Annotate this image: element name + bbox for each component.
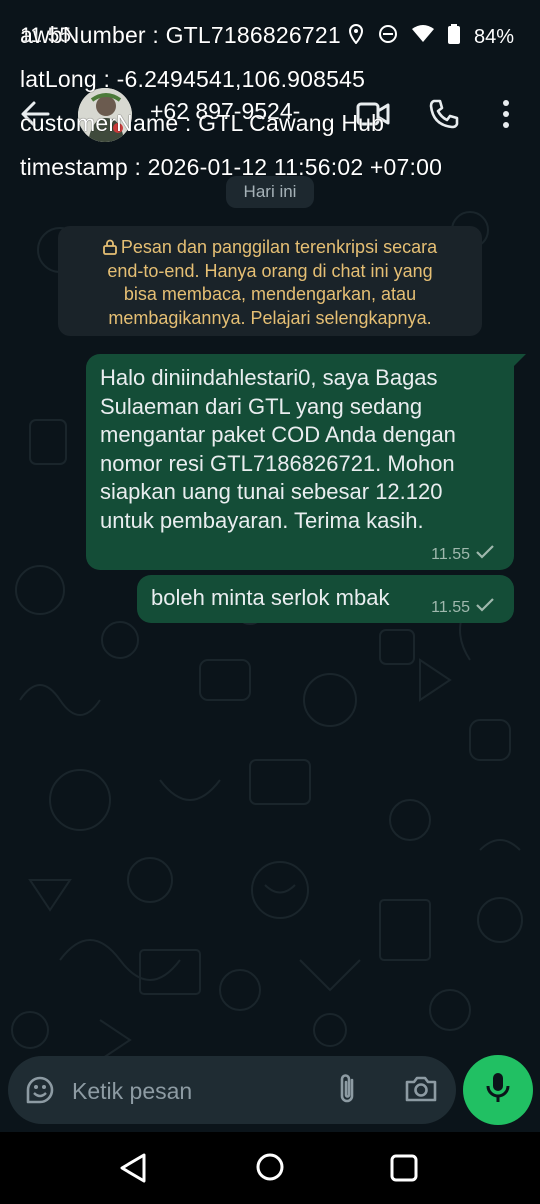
message-meta: 11.55 [431, 545, 494, 564]
status-icons: 84% [348, 23, 514, 50]
sticker-emoji-icon[interactable] [24, 1074, 56, 1111]
more-options-icon[interactable] [498, 98, 514, 135]
phone-call-icon[interactable] [428, 98, 460, 135]
message-meta: 11.55 [431, 598, 494, 617]
outgoing-message[interactable]: Halo diniindahlestari0, saya Bagas Sulae… [86, 354, 526, 570]
do-not-disturb-icon [378, 24, 398, 50]
watermark-timestamp: timestamp : 2026-01-12 11:56:02 +07:00 [20, 154, 443, 180]
encryption-notice[interactable]: Pesan dan panggilan terenkripsi secara e… [58, 226, 482, 336]
watermark-awb: awbNumber : GTL7186826721 [20, 22, 341, 48]
nav-back-icon[interactable] [118, 1152, 148, 1189]
voice-record-button[interactable] [463, 1055, 533, 1125]
location-icon [348, 23, 364, 50]
message-line: nomor resi GTL7186826721. Mohon [100, 450, 455, 476]
message-line: mengantar paket COD Anda dengan [100, 422, 456, 447]
camera-icon[interactable] [404, 1074, 438, 1109]
battery-icon [447, 24, 460, 50]
attachment-icon[interactable] [334, 1072, 360, 1111]
watermark-customer: customerName : GTL Cawang Hub [20, 110, 385, 136]
system-nav-bar [0, 1132, 540, 1204]
message-time: 11.55 [431, 598, 470, 616]
microphone-icon [485, 1071, 511, 1110]
encryption-notice-line: Pesan dan panggilan terenkripsi secara [58, 236, 482, 260]
sent-check-icon [476, 545, 494, 564]
nav-recents-icon[interactable] [390, 1154, 418, 1187]
lock-icon [102, 237, 121, 257]
watermark-latlong: latLong : -6.2494541,106.908545 [20, 66, 366, 92]
sent-check-icon [476, 598, 494, 617]
encryption-notice-line: membagikannya. Pelajari selengkapnya. [108, 307, 432, 328]
encryption-notice-line: end-to-end. Hanya orang di chat ini yang [107, 260, 433, 281]
outgoing-message[interactable]: boleh minta serlok mbak 11.55 [137, 575, 514, 623]
wifi-icon [411, 25, 434, 49]
bubble-tail [512, 354, 526, 368]
message-line: Sulaeman dari GTL yang sedang [100, 393, 423, 419]
message-text: boleh minta serlok mbak [151, 585, 390, 610]
message-text: Halo diniindahlestari0, saya Bagas Sulae… [100, 364, 456, 535]
message-line: siapkan uang tunai sebesar 12.120 [100, 479, 443, 504]
message-line: Halo diniindahlestari0, saya Bagas [100, 365, 438, 390]
message-line: untuk pembayaran. Terima kasih. [100, 507, 424, 533]
nav-home-icon[interactable] [255, 1152, 285, 1187]
message-time: 11.55 [431, 545, 470, 563]
message-input[interactable] [70, 1070, 314, 1112]
message-composer [8, 1056, 456, 1124]
battery-percent: 84% [473, 25, 514, 48]
encryption-notice-line: bisa membaca, mendengarkan, atau [123, 284, 417, 304]
